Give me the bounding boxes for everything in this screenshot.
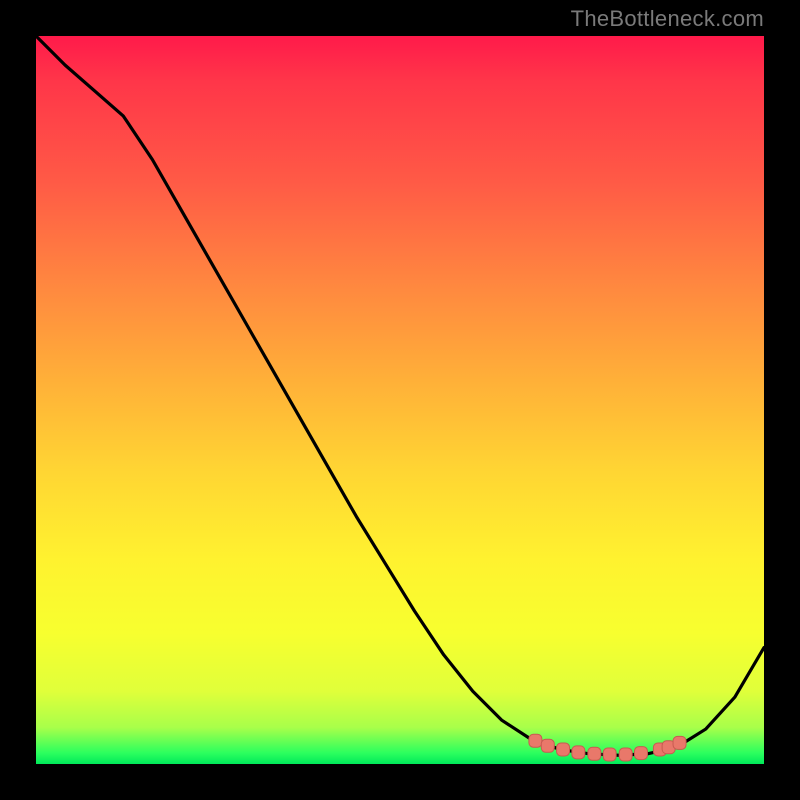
optimum-marker bbox=[603, 748, 616, 761]
optimum-marker bbox=[634, 747, 647, 760]
optimum-marker bbox=[588, 747, 601, 760]
optimum-marker bbox=[529, 734, 542, 747]
plot-area bbox=[36, 36, 764, 764]
bottleneck-curve bbox=[36, 36, 764, 755]
optimum-marker bbox=[572, 746, 585, 759]
optimum-marker bbox=[557, 743, 570, 756]
optimum-markers bbox=[529, 734, 686, 761]
optimum-marker bbox=[541, 739, 554, 752]
curve-layer bbox=[36, 36, 764, 764]
optimum-marker bbox=[619, 748, 632, 761]
chart-stage: TheBottleneck.com bbox=[0, 0, 800, 800]
optimum-marker bbox=[673, 736, 686, 749]
watermark-label: TheBottleneck.com bbox=[571, 6, 764, 32]
